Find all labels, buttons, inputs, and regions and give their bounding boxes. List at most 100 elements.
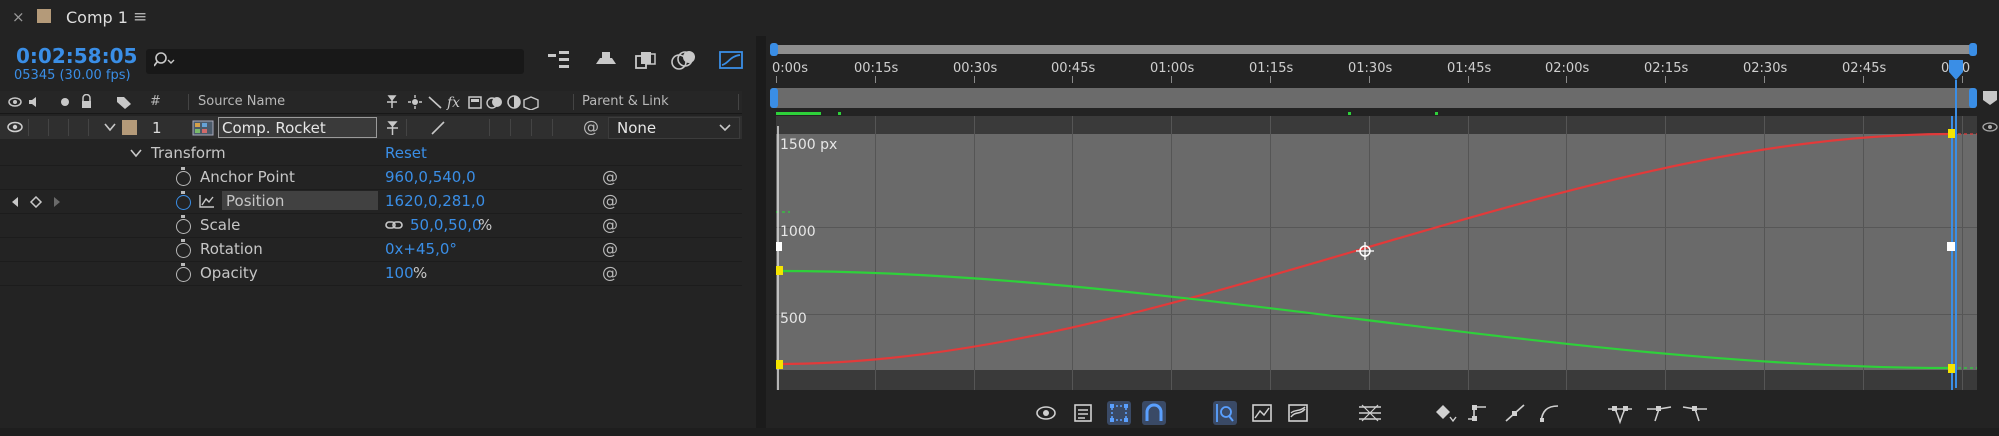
layer-name-field[interactable]: Comp. Rocket [218,117,377,138]
frame-blending-icon[interactable] [632,48,660,72]
property-value[interactable]: 960,0,540,0 [385,168,476,186]
column-parent-link[interactable]: Parent & Link [582,94,669,109]
expression-pickwhip-icon[interactable]: @ [602,191,618,210]
time-navigator-end-handle[interactable] [1969,43,1977,56]
layer-row[interactable]: 1 Comp. Rocket @ None [0,116,742,139]
stopwatch-icon[interactable] [176,263,191,282]
graph-curves[interactable] [776,116,1977,390]
keyframe[interactable] [776,360,783,369]
comp-tab-bar: × Comp 1 ≡ [0,0,1999,36]
work-area-start-handle[interactable] [770,88,778,108]
stopwatch-icon[interactable] [176,239,191,258]
time-ruler-label: 02:30s [1743,61,1788,76]
stopwatch-icon[interactable] [176,215,191,234]
current-time-marker-icon[interactable] [1356,242,1374,260]
visibility-eye-icon[interactable] [7,121,23,133]
close-tab-icon[interactable]: × [12,8,25,26]
parent-value: None [617,119,657,137]
property-row-position[interactable]: Position 1620,0,281,0 @ [0,189,742,214]
separate-dimensions-icon[interactable] [1356,401,1381,425]
pick-whip-icon[interactable]: @ [583,117,599,136]
time-ruler-tick [1270,76,1271,83]
av-switches-icon[interactable] [8,94,94,110]
graph-menu-icon[interactable] [1982,118,1999,136]
linear-icon[interactable] [1503,401,1527,425]
property-value[interactable]: 1620,0,281,0 [385,192,485,210]
search-icon[interactable] [153,51,176,73]
comp-flowchart-icon[interactable] [545,48,573,72]
expression-pickwhip-icon[interactable]: @ [602,215,618,234]
work-area-bar[interactable] [770,88,1977,108]
comp-color-swatch [37,9,51,23]
time-ruler-tick [875,76,876,83]
panel-menu-icon[interactable]: ≡ [133,7,147,27]
horizontal-scrollbar[interactable] [0,428,1999,436]
chevron-down-icon[interactable] [130,149,142,158]
time-ruler-label: 0:00s [772,61,808,76]
time-ruler-label: 01:15s [1249,61,1294,76]
column-number: # [150,94,161,109]
graph-view-icon[interactable] [1286,401,1310,425]
property-row-opacity[interactable]: Opacity 100 % @ [0,261,742,286]
stopwatch-active-icon[interactable] [176,191,191,210]
property-row-scale[interactable]: Scale 50,0,50,0 % @ [0,213,742,238]
property-value[interactable]: 0x+45,0° [385,240,457,258]
property-row-anchor-point[interactable]: Anchor Point 960,0,540,0 @ [0,165,742,190]
keyframe-icon[interactable] [1433,401,1457,425]
ease-out-icon[interactable] [1681,401,1707,425]
work-area-end-handle[interactable] [1969,88,1977,108]
time-navigator-start-handle[interactable] [770,43,778,56]
property-value[interactable]: 100 [385,264,414,282]
composition-icon [192,120,214,136]
layer-search-input[interactable] [146,49,524,74]
chevron-down-icon[interactable] [104,123,116,132]
label-tag-icon[interactable] [115,94,133,110]
shy-layers-icon[interactable] [592,48,620,72]
parent-dropdown[interactable]: None [608,117,740,139]
property-name: Anchor Point [200,168,295,186]
quality-switch-icon[interactable] [430,120,446,136]
time-navigator-bar[interactable] [770,45,1977,54]
layer-label-color[interactable] [122,120,137,135]
column-separator [188,94,189,110]
transform-box-icon[interactable] [1107,401,1131,425]
easy-ease-icon[interactable] [1606,401,1632,425]
property-row-rotation[interactable]: Rotation 0x+45,0° @ [0,237,742,262]
playhead-icon[interactable] [1944,58,1968,88]
transform-group-row[interactable]: Transform Reset [0,141,742,166]
shy-switch-icon[interactable] [385,120,401,136]
cache-indicator [776,112,821,115]
eye-icon[interactable] [1034,401,1058,425]
auto-bezier-icon[interactable] [1537,401,1561,425]
current-time-display[interactable]: 0:02:58:05 [16,44,137,68]
hold-icon[interactable] [1465,401,1489,425]
green-curve[interactable] [777,269,1953,370]
property-value[interactable]: 50,0,50,0 [410,216,482,234]
expression-pickwhip-icon[interactable]: @ [602,263,618,282]
list-icon[interactable] [1071,401,1095,425]
stopwatch-icon[interactable] [176,167,191,186]
ease-in-icon[interactable] [1645,401,1672,425]
fit-selection-icon[interactable] [1213,401,1237,425]
column-source-name[interactable]: Source Name [198,94,285,109]
snap-icon[interactable] [1142,401,1166,425]
keyframe[interactable] [776,266,783,275]
time-ruler-label: 02:00s [1545,61,1590,76]
frame-count: 05345 (30.00 fps) [14,68,131,83]
fit-all-icon[interactable] [1250,401,1274,425]
constrain-proportions-link-icon[interactable] [385,219,403,231]
keyframe-navigator-icon[interactable] [10,196,62,208]
panel-divider[interactable] [756,36,766,436]
transform-reset-link[interactable]: Reset [385,144,427,162]
graph-editor-icon[interactable] [718,48,746,72]
comp-marker-bin-icon[interactable] [1982,90,1998,106]
motion-blur-icon[interactable] [670,48,698,72]
graph-include-icon[interactable] [199,194,215,208]
layer-switches-icons[interactable]: fx [385,94,553,110]
expression-pickwhip-icon[interactable]: @ [602,167,618,186]
time-ruler-tick [1369,76,1370,83]
time-ruler-label: 00:45s [1051,61,1096,76]
column-separator [738,94,739,110]
expression-pickwhip-icon[interactable]: @ [602,239,618,258]
comp-tab-title[interactable]: Comp 1 [66,8,128,27]
